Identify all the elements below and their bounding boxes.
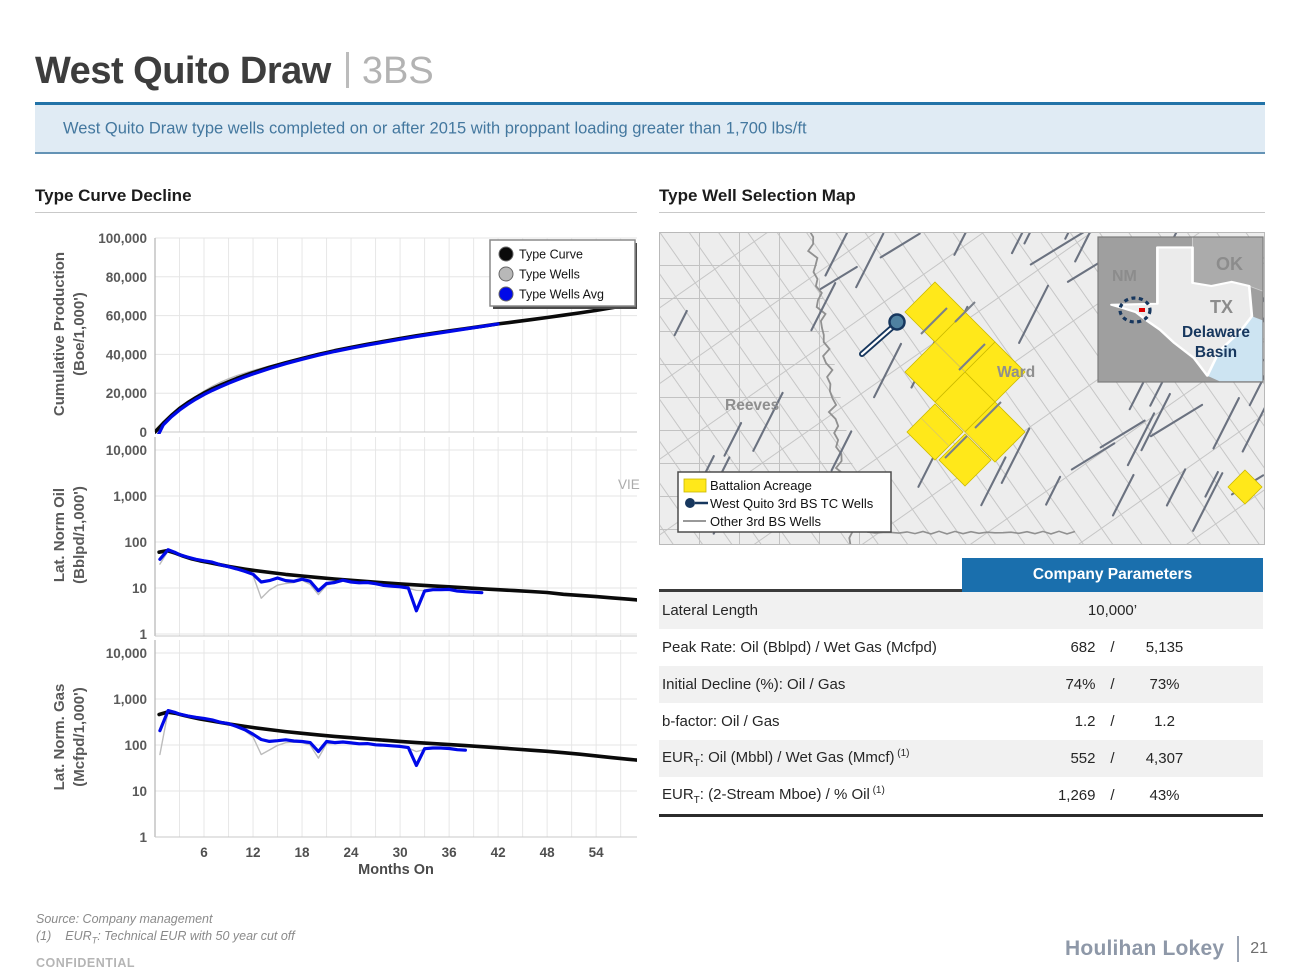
brand-logo: Houlihan Lokey (1065, 937, 1224, 961)
gas-axis-label: Lat. Norm. Gas (Mcfpd/1,000') (50, 637, 92, 837)
svg-text:42: 42 (491, 845, 506, 860)
svg-text:80,000: 80,000 (106, 270, 147, 285)
slide: West Quito Draw 3BS West Quito Draw type … (0, 0, 1300, 975)
svg-text:54: 54 (589, 845, 605, 860)
right-section-rule (659, 212, 1265, 213)
legend-label-other-wells: Other 3rd BS Wells (710, 514, 822, 529)
svg-text:12: 12 (246, 845, 261, 860)
svg-text:1: 1 (139, 830, 147, 845)
param-label: EURT: Oil (Mbbl) / Wet Gas (Mmcf) (1) (659, 748, 962, 769)
svg-text:48: 48 (540, 845, 556, 860)
inset-label-ok: OK (1216, 254, 1243, 274)
footer-brand-row: Houlihan Lokey 21 (1020, 936, 1268, 962)
svg-text:100: 100 (124, 535, 147, 550)
svg-text:10: 10 (132, 784, 147, 799)
param-values: 1,269/43% (962, 787, 1263, 804)
svg-text:Type Wells Avg: Type Wells Avg (519, 288, 604, 302)
svg-text:6: 6 (200, 845, 208, 860)
param-values: 74%/73% (962, 676, 1263, 693)
svg-text:Months On: Months On (358, 862, 434, 878)
legend-label-acreage: Battalion Acreage (710, 478, 812, 493)
confidential-label: CONFIDENTIAL (36, 956, 135, 970)
basin-inset-map: NM OK TX Delaware Basin (1098, 237, 1263, 382)
oil-axis-label: Lat. Norm Oil (Bblpd/1,000') (50, 435, 92, 635)
param-values: 552/4,307 (962, 750, 1263, 767)
county-label-ward: Ward (997, 364, 1035, 381)
inset-label-basin-1: Delaware (1182, 324, 1250, 341)
inset-label-tx: TX (1210, 297, 1233, 317)
cumulative-production-chart: 0 20,000 40,000 60,000 80,000 100,000 Type Cur… (35, 232, 637, 437)
title-divider (346, 52, 349, 88)
chart-legend: Type Curve Type Wells Type Wells Avg (490, 240, 637, 309)
brand-divider (1237, 936, 1239, 962)
acreage-locator-dot (1139, 308, 1145, 312)
svg-text:0: 0 (139, 425, 147, 437)
watermark-fragment: VIE (618, 477, 640, 492)
gas-rate-chart: 10,000 1,000 100 10 1 6 12 18 24 30 36 42 48 54 Months… (35, 640, 637, 885)
page-title: West Quito Draw 3BS (35, 50, 434, 93)
svg-text:100,000: 100,000 (98, 232, 147, 246)
svg-text:18: 18 (295, 845, 311, 860)
type-well-selection-map: Reeves Ward Battalion Acreage West Quito… (659, 232, 1265, 545)
svg-text:24: 24 (344, 845, 360, 860)
source-note: Source: Company management (36, 912, 212, 926)
param-label: b-factor: Oil / Gas (659, 713, 962, 730)
svg-text:30: 30 (393, 845, 408, 860)
legend-swatch-acreage (684, 479, 706, 492)
svg-text:Type Curve: Type Curve (519, 248, 583, 262)
subtitle-banner: West Quito Draw type wells completed on … (35, 102, 1265, 154)
param-label: Lateral Length (659, 602, 962, 619)
svg-text:40,000: 40,000 (106, 347, 147, 362)
legend-swatch-tc-wells (685, 498, 695, 508)
oil-rate-chart: 10,000 1,000 100 10 1 (35, 437, 637, 640)
table-header-row: Company Parameters (659, 558, 1263, 592)
param-label: Initial Decline (%): Oil / Gas (659, 676, 962, 693)
legend-label-tc-wells: West Quito 3rd BS TC Wells (710, 496, 874, 511)
svg-text:60,000: 60,000 (106, 309, 147, 324)
param-row: EURT: Oil (Mbbl) / Wet Gas (Mmcf) (1)552… (659, 740, 1263, 777)
svg-text:10: 10 (132, 581, 147, 596)
footnote: (1)EURT: Technical EUR with 50 year cut … (36, 929, 295, 946)
svg-text:100: 100 (124, 738, 147, 753)
right-section-title: Type Well Selection Map (659, 186, 856, 206)
page-title-suffix: 3BS (362, 50, 434, 92)
param-label: EURT: (2-Stream Mboe) / % Oil (1) (659, 785, 962, 806)
param-row: b-factor: Oil / Gas1.2/1.2 (659, 703, 1263, 740)
table-body: Lateral Length10,000’Peak Rate: Oil (Bbl… (659, 592, 1263, 817)
inset-label-basin-2: Basin (1195, 344, 1237, 361)
left-section-rule (35, 212, 637, 213)
svg-text:10,000: 10,000 (106, 646, 147, 661)
company-parameters-table: Company Parameters Lateral Length10,000’… (659, 558, 1263, 817)
svg-text:36: 36 (442, 845, 458, 860)
svg-text:1: 1 (139, 627, 147, 640)
page-number: 21 (1250, 940, 1268, 958)
svg-text:Type Wells: Type Wells (519, 268, 580, 282)
param-row: Peak Rate: Oil (Bblpd) / Wet Gas (Mcfpd)… (659, 629, 1263, 666)
table-header: Company Parameters (962, 558, 1263, 592)
county-label-reeves: Reeves (725, 397, 779, 414)
param-label: Peak Rate: Oil (Bblpd) / Wet Gas (Mcfpd) (659, 639, 962, 656)
page-title-main: West Quito Draw (35, 50, 331, 92)
svg-text:20,000: 20,000 (106, 386, 147, 401)
param-row: Initial Decline (%): Oil / Gas74%/73% (659, 666, 1263, 703)
param-row: EURT: (2-Stream Mboe) / % Oil (1)1,269/4… (659, 777, 1263, 814)
inset-label-nm: NM (1112, 268, 1137, 285)
svg-text:1,000: 1,000 (113, 489, 147, 504)
svg-text:10,000: 10,000 (106, 443, 147, 458)
subtitle-banner-text: West Quito Draw type wells completed on … (63, 119, 807, 138)
cumulative-axis-label: Cumulative Production (Boe/1,000') (50, 234, 92, 434)
param-values: 10,000’ (962, 602, 1263, 619)
svg-text:1,000: 1,000 (113, 692, 147, 707)
table-header-spacer (659, 558, 962, 592)
map-legend: Battalion Acreage West Quito 3rd BS TC W… (678, 472, 891, 532)
left-section-title: Type Curve Decline (35, 186, 192, 206)
param-values: 682/5,135 (962, 639, 1263, 656)
type-curve-charts: Cumulative Production (Boe/1,000') Lat. … (35, 232, 637, 885)
param-row: Lateral Length10,000’ (659, 592, 1263, 629)
param-values: 1.2/1.2 (962, 713, 1263, 730)
